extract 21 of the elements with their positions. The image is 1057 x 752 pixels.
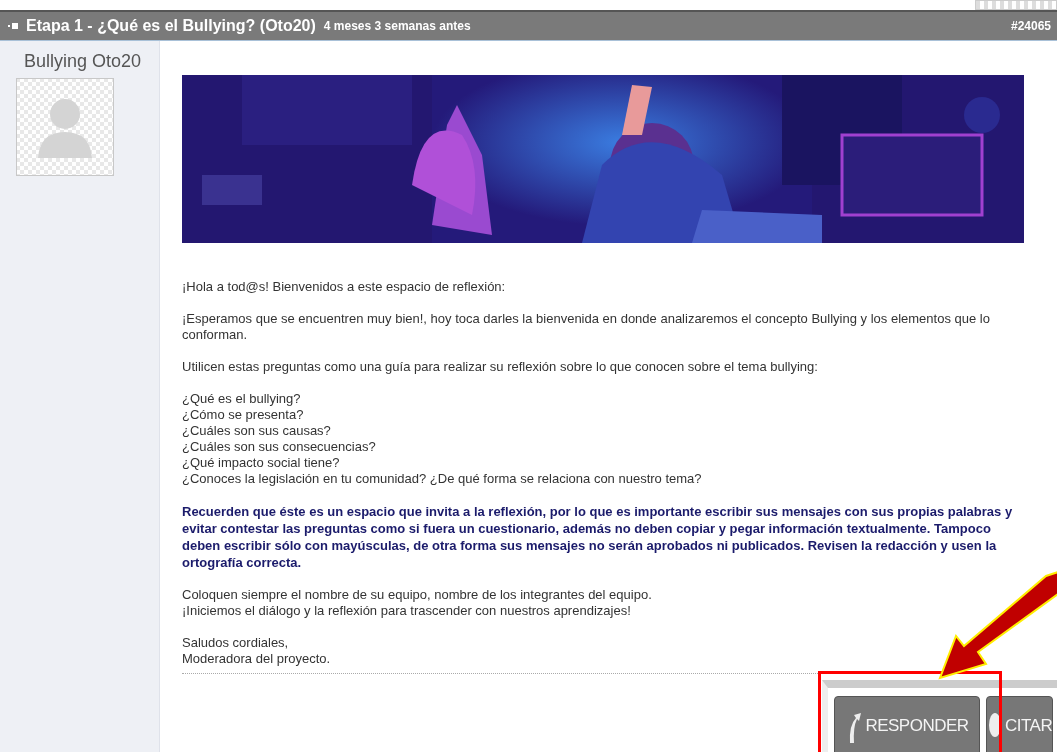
post-number: #24065 xyxy=(1010,19,1051,33)
notice-text: Recuerden que éste es un espacio que invita a la reflexión, por lo que es importante escribir sus mensajes con sus propias palabras y evitar contestar las preguntas como si fuera un cuestionario, además no deben copiar y pegar información textualmente. Tampoco deben escribir sólo con mayúsculas, de otra forma sus mensajes no serán aprobados ni publicados. Revisen la redacción y usen la ortografía correcta. xyxy=(182,503,1014,571)
post-text: ¡Esperamos que se encuentren muy bien!, hoy toca darles la bienvenida en donde analizaremos el concepto Bullying y los elementos que lo conforman. xyxy=(182,311,991,343)
post-text: ¿Cuáles son sus consecuencias? xyxy=(182,439,377,455)
post-text: ¡Hola a tod@s! Bienvenidos a este espacio de reflexión: xyxy=(182,279,507,295)
post-text: Saludos cordiales, xyxy=(182,635,290,651)
post-text: ¿Cuáles son sus causas? xyxy=(182,423,332,439)
post-text: Moderadora del proyecto. xyxy=(182,651,332,667)
post-text: Coloquen siempre el nombre de su equipo, nombre de los integrantes del equipo. xyxy=(182,587,653,603)
author-name: Bullying Oto20 xyxy=(24,51,142,72)
post-text: Utilicen estas preguntas como una guía para realizar su reflexión sobre lo que conocen sobre el tema bullying: xyxy=(182,359,819,375)
post-text: ¿Qué impacto social tiene? xyxy=(182,455,341,471)
reply-button[interactable]: RESPONDER xyxy=(834,696,980,752)
post-text: ¡Iniciemos el diálogo y la reflexión para trascender con nuestros aprendizajes! xyxy=(182,603,632,619)
quote-button[interactable]: CITAR xyxy=(986,696,1054,752)
post-time: 4 meses 3 semanas antes xyxy=(323,19,471,33)
post-text: ¿Cómo se presenta? xyxy=(182,407,305,423)
bullet-icon xyxy=(8,22,18,30)
post-title: Etapa 1 - ¿Qué es el Bullying? (Oto20) xyxy=(26,17,316,35)
post-text: ¿Conoces la legislación en tu comunidad? ¿De qué forma se relaciona con nuestro tema? xyxy=(182,471,703,487)
post-text: ¿Qué es el bullying? xyxy=(182,391,302,407)
